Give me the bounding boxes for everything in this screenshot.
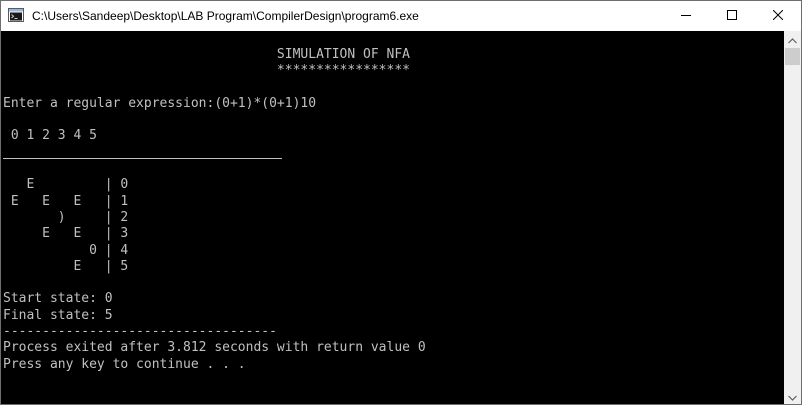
header-underline: [3, 158, 282, 159]
console-line: Enter a regular expression:(0+1)*(0+1)10: [3, 95, 317, 111]
maximize-button[interactable]: [709, 1, 755, 31]
console-line: 0 | 4: [3, 242, 129, 258]
minimize-button[interactable]: [663, 1, 709, 31]
console-line: E E | 3: [3, 226, 129, 242]
console-line: SIMULATION OF NFA: [3, 47, 410, 62]
console-line: E | 0: [3, 177, 129, 193]
minimize-icon: [681, 7, 691, 25]
console-line: Press any key to continue . . .: [3, 356, 246, 372]
console-line: Final state: 5: [3, 307, 113, 323]
vertical-scrollbar[interactable]: [784, 31, 801, 405]
close-icon: [772, 7, 784, 25]
scroll-down-button[interactable]: [784, 388, 801, 405]
title-bar[interactable]: C:\Users\Sandeep\Desktop\LAB Program\Com…: [1, 1, 801, 31]
console-text: SIMULATION OF NFA ***************** Enter…: [1, 31, 784, 373]
window-title: C:\Users\Sandeep\Desktop\LAB Program\Com…: [32, 9, 419, 23]
console-line: E | 5: [3, 258, 129, 274]
scroll-up-button[interactable]: [784, 31, 801, 48]
console-line: ) | 2: [3, 209, 129, 225]
console-line: 0 1 2 3 4 5: [3, 128, 97, 144]
console-app-icon[interactable]: [8, 7, 24, 23]
console-line: E E E | 1: [3, 193, 129, 209]
console-line: *****************: [3, 63, 410, 79]
maximize-icon: [727, 7, 737, 25]
console-line: Start state: 0: [3, 291, 113, 307]
scroll-down-icon: [788, 388, 797, 405]
console-line: Process exited after 3.812 seconds with …: [3, 340, 426, 356]
scroll-up-icon: [788, 31, 797, 49]
console-line: -----------------------------------: [3, 324, 277, 340]
scroll-thumb[interactable]: [785, 48, 800, 65]
console-window: C:\Users\Sandeep\Desktop\LAB Program\Com…: [0, 0, 802, 405]
console-output[interactable]: SIMULATION OF NFA ***************** Enter…: [1, 31, 784, 404]
close-button[interactable]: [755, 1, 801, 31]
